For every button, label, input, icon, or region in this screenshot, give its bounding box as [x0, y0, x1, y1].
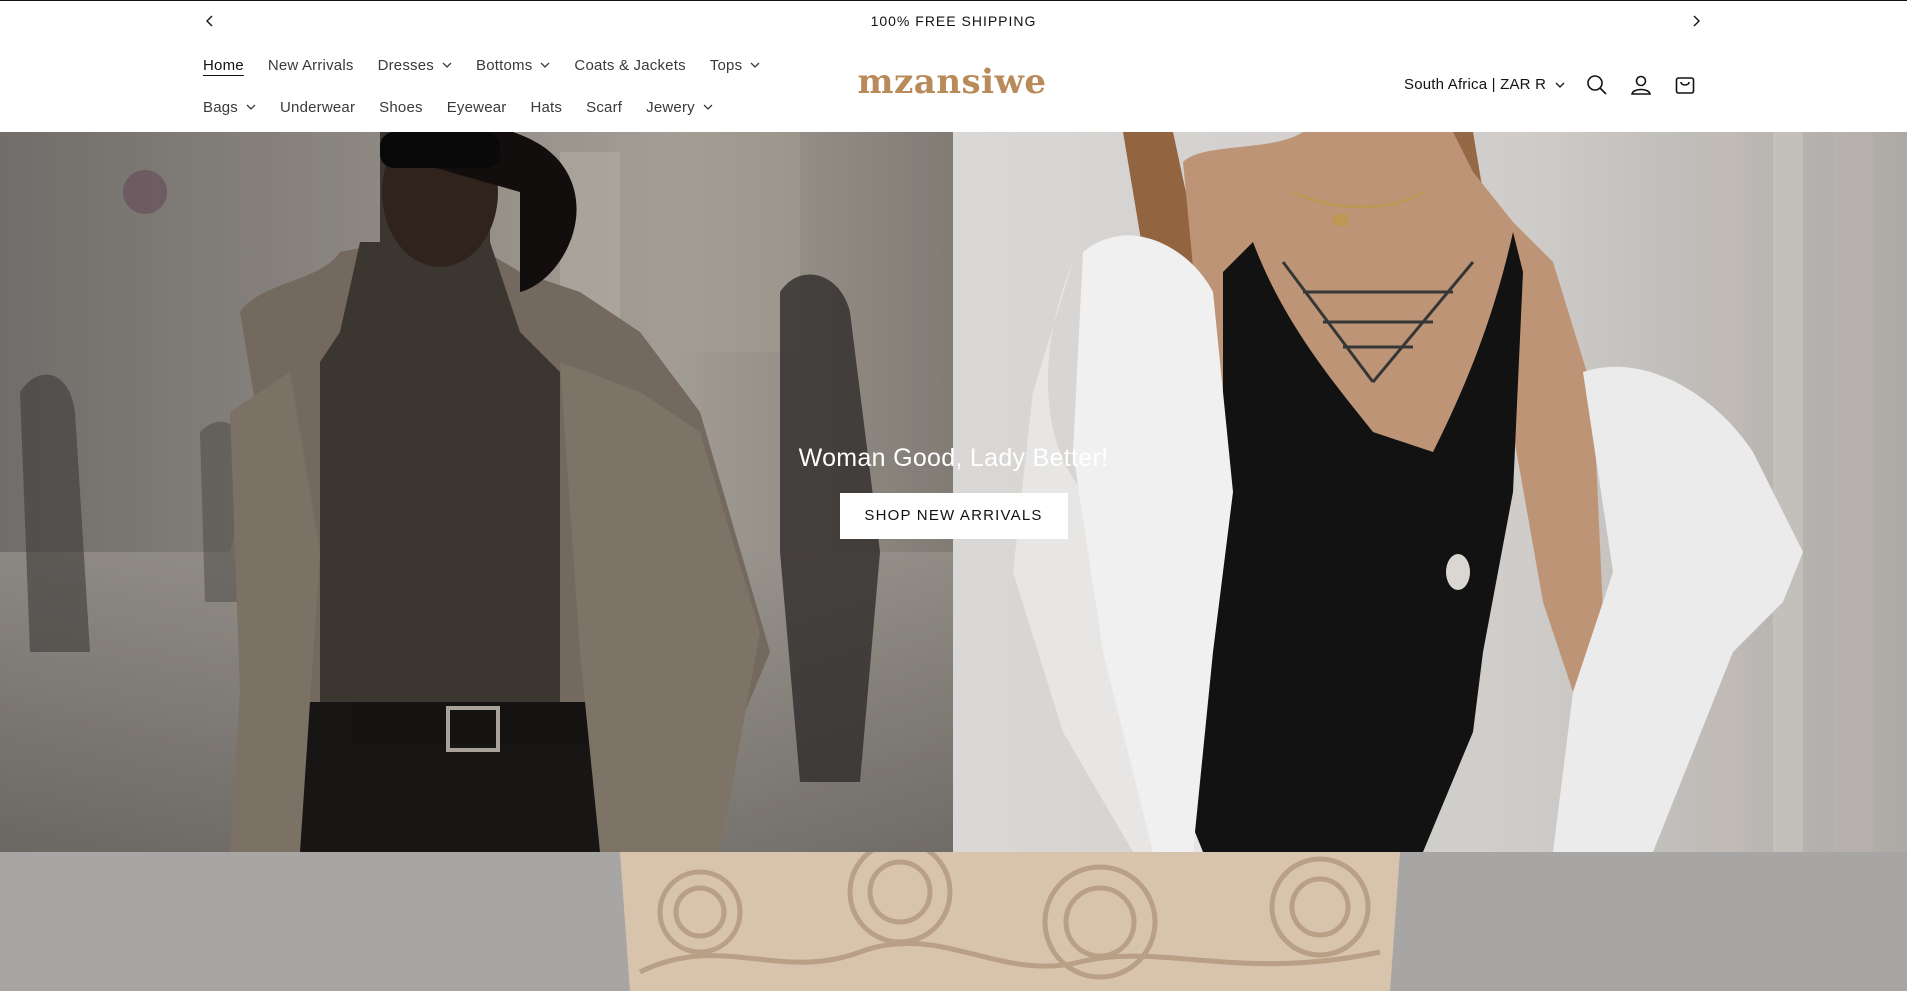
nav-item-label: Eyewear [446, 98, 507, 116]
nav-item-home[interactable]: Home [203, 57, 244, 74]
nav-item-jewery[interactable]: Jewery [646, 99, 713, 116]
nav-item-bottoms[interactable]: Bottoms [476, 57, 550, 74]
nav-item-coats-and-jackets[interactable]: Coats & Jackets [574, 57, 685, 74]
nav-item-label: Tops [709, 56, 743, 74]
nav-item-label: Dresses [377, 56, 434, 74]
search-icon[interactable] [1583, 71, 1611, 99]
announcement-bar: 100% FREE SHIPPING [0, 0, 1907, 40]
nav-item-eyewear[interactable]: Eyewear [447, 99, 507, 116]
nav-item-label: Bags [203, 98, 238, 116]
nav-item-new-arrivals[interactable]: New Arrivals [268, 57, 354, 74]
cart-icon[interactable] [1671, 71, 1699, 99]
chevron-down-icon [442, 62, 452, 68]
nav-item-tops[interactable]: Tops [710, 57, 761, 74]
nav-item-scarf[interactable]: Scarf [586, 99, 622, 116]
nav-item-hats[interactable]: Hats [530, 99, 562, 116]
hero-heading: Woman Good, Lady Better! [798, 444, 1109, 472]
nav-item-label: Scarf [586, 98, 623, 116]
nav-item-dresses[interactable]: Dresses [378, 57, 452, 74]
chevron-down-icon [540, 62, 550, 68]
chevron-down-icon [703, 104, 713, 110]
announcement-text: 100% FREE SHIPPING [870, 13, 1037, 29]
nav-item-label: Bottoms [475, 56, 533, 74]
chevron-right-icon[interactable] [1686, 11, 1706, 31]
chevron-down-icon [246, 104, 256, 110]
hero-content: Woman Good, Lady Better! SHOP NEW ARRIVA… [0, 444, 1907, 539]
country-selector[interactable]: South Africa | ZAR R [1404, 76, 1565, 93]
account-icon[interactable] [1627, 71, 1655, 99]
nav-item-label: Home [203, 56, 244, 74]
nav-item-label: Shoes [379, 98, 423, 116]
nav-item-label: Underwear [280, 98, 356, 116]
nav-item-bags[interactable]: Bags [203, 99, 256, 116]
site-header: Home New Arrivals Dresses Bottoms Coats & Ja… [0, 40, 1907, 132]
chevron-down-icon [750, 62, 760, 68]
shop-new-arrivals-button[interactable]: SHOP NEW ARRIVALS [839, 493, 1068, 539]
site-logo[interactable]: mzansiwe [852, 62, 1052, 102]
nav-item-label: Coats & Jackets [574, 56, 686, 74]
main-nav-row-2: Bags Underwear Shoes Eyewear Hats Scarf Jewery [203, 96, 737, 118]
nav-item-shoes[interactable]: Shoes [379, 99, 423, 116]
hero-banner: Woman Good, Lady Better! SHOP NEW ARRIVA… [0, 132, 1907, 852]
nav-item-label: Jewery [646, 98, 695, 116]
chevron-down-icon [1555, 82, 1565, 88]
nav-item-label: New Arrivals [267, 56, 354, 74]
country-selector-label: South Africa | ZAR R [1404, 76, 1547, 93]
nav-item-underwear[interactable]: Underwear [280, 99, 355, 116]
nav-item-label: Hats [530, 98, 563, 116]
main-nav-row-1: Home New Arrivals Dresses Bottoms Coats & Ja… [203, 54, 784, 76]
next-section-image [0, 852, 1907, 991]
